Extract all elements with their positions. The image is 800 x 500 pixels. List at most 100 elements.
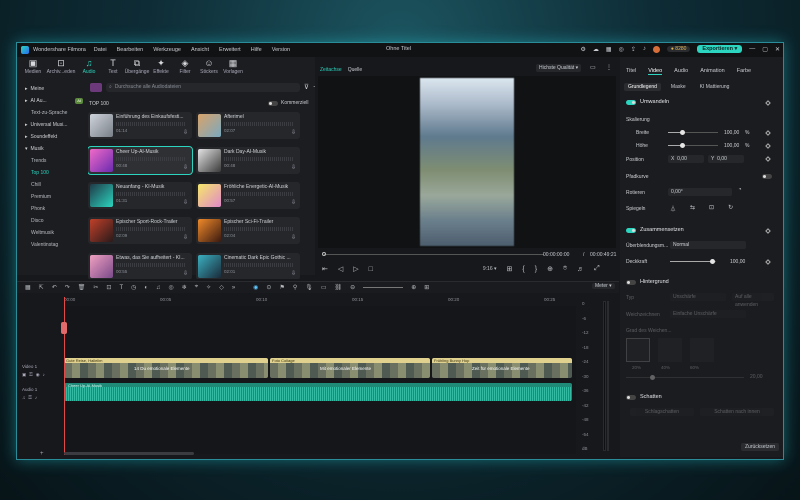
sidebar-item[interactable]: Premium <box>21 191 87 203</box>
sidebar-item[interactable]: Phonk <box>21 203 87 215</box>
toolbar-filter[interactable]: ◈ Filter <box>174 58 196 80</box>
blur-preset-20[interactable] <box>626 338 650 362</box>
toolbar-audio[interactable]: ♫ Audio <box>78 58 100 80</box>
grid-view-icon[interactable]: ⊞ <box>424 284 429 291</box>
volume-icon[interactable]: ♬ <box>577 266 584 273</box>
music-card[interactable]: Cinematic Dark Epic Gothic ... 02:01 ⇩ <box>196 252 300 280</box>
camera-icon[interactable]: ⌾ <box>563 265 567 273</box>
video-clip[interactable]: Gute Reise, Hallelim 14 Du emotionale El… <box>64 358 268 378</box>
eye-icon[interactable]: ◉ <box>36 372 40 378</box>
position-x-field[interactable]: X 0,00 <box>668 155 704 163</box>
flip-horizontal-icon[interactable]: ⇆ <box>690 204 695 213</box>
tab-color[interactable]: Farbe <box>737 68 751 74</box>
width-value[interactable]: 100,00 <box>724 130 739 136</box>
download-icon[interactable]: ⇩ <box>183 164 188 171</box>
rotate-icon[interactable]: ↻ <box>728 204 733 213</box>
rotate-field[interactable]: 0,00° <box>668 188 732 196</box>
lock-icon[interactable]: ⚿ <box>28 395 31 400</box>
close-icon[interactable]: ✕ <box>775 46 780 53</box>
sidebar-item[interactable]: Top 100 <box>21 167 87 179</box>
opacity-value[interactable]: 100,00 <box>730 259 745 265</box>
menu-item[interactable]: Bearbeiten <box>117 47 144 53</box>
mask-icon[interactable]: ◎ <box>169 284 174 291</box>
sidebar-item[interactable]: Disco <box>21 215 87 227</box>
zoom-out-icon[interactable]: ⊖ <box>350 284 355 291</box>
menu-item[interactable]: Datei <box>94 47 107 53</box>
audio-icon[interactable]: ♫ <box>156 285 161 291</box>
snapshot-icon[interactable]: ▭ <box>590 64 596 71</box>
split-icon[interactable]: ✂ <box>93 284 98 291</box>
marker-icon[interactable]: ⚑ <box>279 284 284 291</box>
scrub-knob[interactable] <box>322 252 326 256</box>
subtab-mask[interactable]: Maske <box>667 83 690 91</box>
compose-toggle[interactable] <box>626 227 636 233</box>
tab-source[interactable]: Quelle <box>348 67 362 73</box>
menu-item[interactable]: Ansicht <box>191 47 209 53</box>
sidebar-item[interactable]: Text-zu-Sprache <box>21 107 87 119</box>
mark-out-icon[interactable]: } <box>535 266 537 273</box>
sidebar-item[interactable]: Weltmusik <box>21 227 87 239</box>
toolbar-effekte[interactable]: ✦ Effekte <box>150 58 172 80</box>
music-card[interactable]: Etwas, das Sie aufheitert - KI... 00:55 ⇩ <box>88 252 192 280</box>
render-icon[interactable]: ⊞ <box>507 265 513 273</box>
layout-icon[interactable]: ▦ <box>25 284 31 291</box>
video-clip[interactable]: Frühling Bunny Hop Zeit für emotionale E… <box>432 358 572 378</box>
undo-icon[interactable]: ↶ <box>52 284 57 291</box>
menu-item[interactable]: Werkzeuge <box>153 47 181 53</box>
apply-all-button[interactable]: Auf alle anwenden <box>732 293 774 308</box>
music-card[interactable]: Fröhliche Energetic-AI-Musik 00:57 ⇩ <box>196 182 300 210</box>
prev-frame-icon[interactable]: ⇤ <box>322 265 328 273</box>
timeline-ruler[interactable]: 00:00 00:05 00:10 00:15 00:20 00:25 <box>64 297 584 305</box>
menu-item[interactable]: Version <box>272 47 290 53</box>
playhead[interactable] <box>64 297 65 455</box>
blur-amount-knob[interactable] <box>650 375 655 380</box>
opacity-slider-knob[interactable] <box>710 259 715 264</box>
sidebar-item[interactable]: AI Au... AI <box>21 95 87 107</box>
export-button[interactable]: Exportieren ▾ <box>697 45 743 53</box>
zoom-in-icon[interactable]: ⊕ <box>411 284 416 291</box>
sidebar-item[interactable]: Chill <box>21 179 87 191</box>
sidebar-item[interactable]: Soundeffekt <box>21 131 87 143</box>
lightbulb-icon[interactable]: ⚙ <box>581 46 586 53</box>
commercial-toggle[interactable] <box>268 100 278 106</box>
width-slider-knob[interactable] <box>680 130 685 135</box>
width-slider[interactable] <box>668 130 718 135</box>
audio-clip[interactable]: Cheer Up-AI-Musik <box>64 383 572 401</box>
maximize-icon[interactable]: ▢ <box>762 46 768 53</box>
timeline-scrollbar[interactable] <box>64 452 194 455</box>
download-icon[interactable]: ⇩ <box>291 234 296 241</box>
favorites-icon[interactable] <box>90 82 102 92</box>
add-track-icon[interactable]: + <box>40 451 44 457</box>
select-icon[interactable]: ⇱ <box>39 284 44 291</box>
more-icon[interactable]: ⋮ <box>606 64 612 71</box>
meter-select[interactable]: Meter ▾ <box>592 283 615 289</box>
download-icon[interactable]: ⇩ <box>183 199 188 206</box>
download-icon[interactable]: ⇩ <box>291 164 296 171</box>
avatar[interactable] <box>652 45 660 53</box>
stop-icon[interactable]: □ <box>369 266 373 273</box>
tab-animation[interactable]: Animation <box>700 68 724 74</box>
minimize-icon[interactable]: — <box>749 46 755 52</box>
snapshot-icon[interactable]: ▭ <box>321 284 327 291</box>
download-icon[interactable]: ⇩ <box>183 270 188 277</box>
music-card[interactable]: Afterimel 02:07 ⇩ <box>196 112 300 139</box>
transform-toggle[interactable] <box>626 99 636 105</box>
volume-icon[interactable]: ♪ <box>35 395 37 400</box>
freeze-icon[interactable]: ❄ <box>182 284 187 291</box>
text-icon[interactable]: T <box>119 285 123 291</box>
zoom-slider[interactable] <box>363 287 404 288</box>
toolbar-übergänge[interactable]: ⧉ Übergänge <box>125 58 150 80</box>
stabilize-icon[interactable]: ⌖ <box>195 284 198 291</box>
music-card[interactable]: Cheer Up-AI-Musik 00:48 ⇩ <box>88 146 193 176</box>
mute-icon[interactable]: ♪ <box>43 372 45 378</box>
filter-icon[interactable]: ⊽ <box>304 83 309 91</box>
menu-item[interactable]: Erweitert <box>219 47 241 53</box>
sidebar-item[interactable]: Meine <box>21 83 87 95</box>
quality-select[interactable]: Hichste Qualität ▾ <box>536 64 582 72</box>
zoom-icon[interactable]: ⊕ <box>547 265 553 273</box>
credits-badge[interactable]: ● 8280 <box>666 46 691 52</box>
music-card[interactable]: Einführung des Einkaufsfesti... 01:14 ⇩ <box>88 112 192 139</box>
reset-button[interactable]: Zurücksetzen <box>741 443 780 451</box>
shadow-toggle[interactable] <box>626 394 636 400</box>
download-icon[interactable]: ⇩ <box>291 270 296 277</box>
